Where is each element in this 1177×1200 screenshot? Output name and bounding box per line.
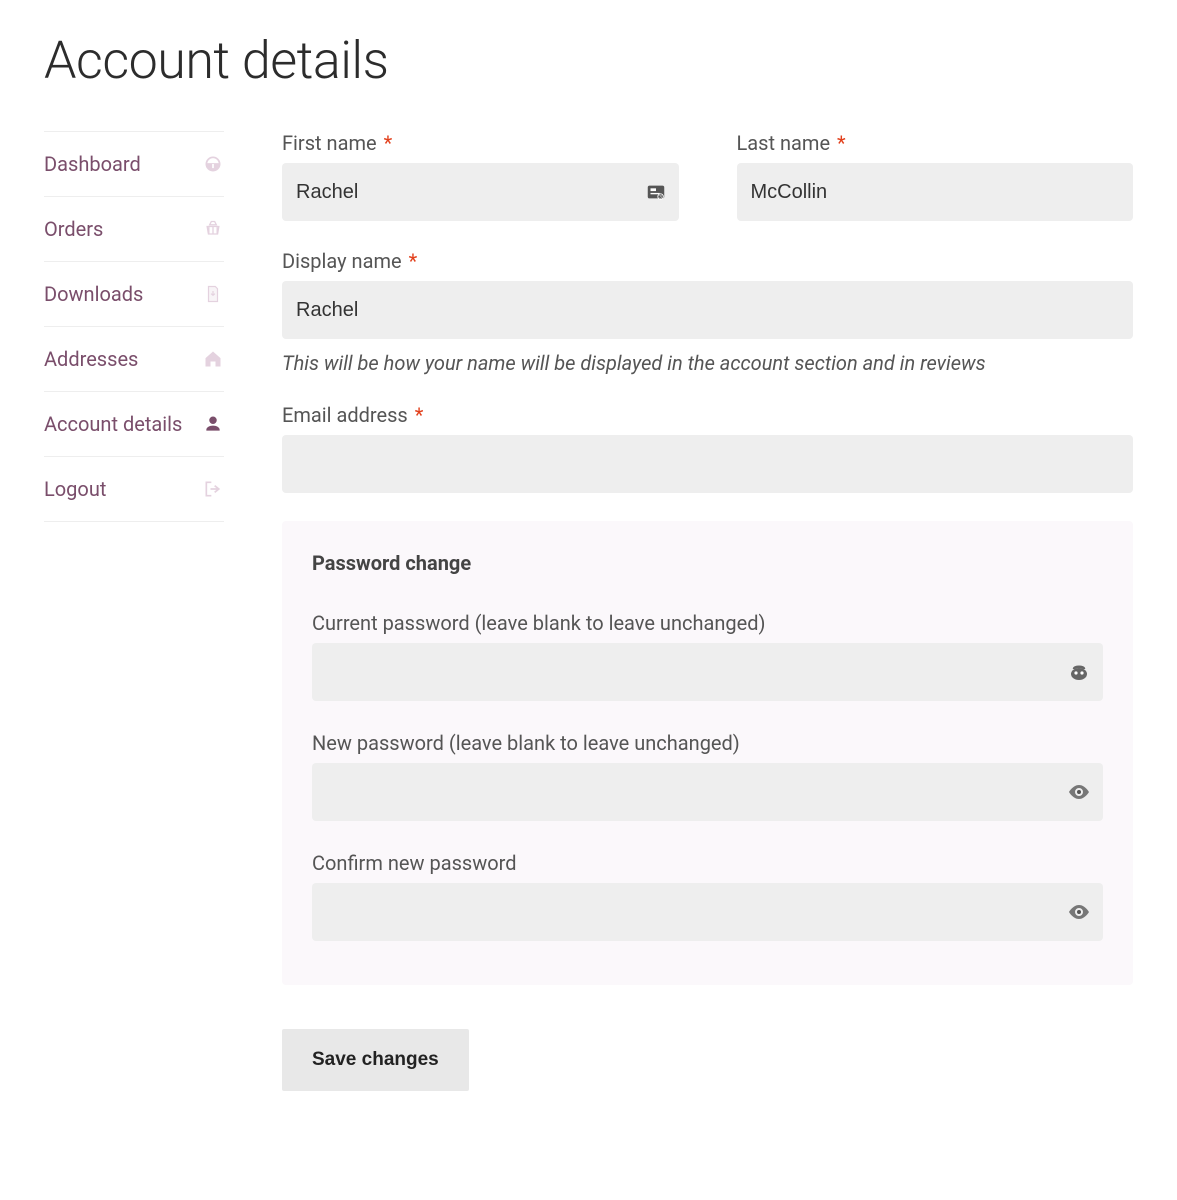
account-nav: Dashboard Orders Downloads Addresses Acc: [44, 131, 224, 1091]
sidebar-item-addresses[interactable]: Addresses: [44, 326, 224, 392]
first-name-input[interactable]: [282, 163, 679, 221]
confirm-password-input[interactable]: [312, 883, 1103, 941]
sidebar-item-label: Downloads: [44, 282, 202, 306]
sidebar-item-dashboard[interactable]: Dashboard: [44, 131, 224, 197]
svg-text:3: 3: [659, 194, 662, 200]
first-name-label: First name *: [282, 131, 679, 155]
sidebar-item-downloads[interactable]: Downloads: [44, 261, 224, 327]
password-panel-legend: Password change: [312, 551, 1103, 575]
email-label: Email address *: [282, 403, 1133, 427]
last-name-label: Last name *: [737, 131, 1134, 155]
confirm-password-label: Confirm new password: [312, 851, 1103, 875]
sidebar-item-label: Orders: [44, 217, 202, 241]
new-password-label: New password (leave blank to leave uncha…: [312, 731, 1103, 755]
required-star: *: [384, 131, 393, 155]
required-star: *: [409, 249, 418, 273]
display-name-label: Display name *: [282, 249, 1133, 273]
sidebar-item-label: Account details: [44, 412, 202, 436]
dashboard-icon: [202, 153, 224, 175]
sidebar-item-account-details[interactable]: Account details: [44, 391, 224, 457]
label-text: Email address: [282, 403, 408, 427]
password-manager-icon[interactable]: [1067, 660, 1091, 684]
display-name-help: This will be how your name will be displ…: [282, 351, 1133, 375]
account-details-form: First name * 3 Last name *: [282, 131, 1133, 1091]
sidebar-item-label: Logout: [44, 477, 202, 501]
display-name-input[interactable]: [282, 281, 1133, 339]
sidebar-item-label: Dashboard: [44, 152, 202, 176]
download-icon: [202, 283, 224, 305]
label-text: First name: [282, 131, 377, 155]
contact-card-icon: 3: [645, 181, 667, 203]
eye-icon[interactable]: [1067, 780, 1091, 804]
email-input[interactable]: [282, 435, 1133, 493]
sidebar-item-logout[interactable]: Logout: [44, 456, 224, 522]
label-text: Display name: [282, 249, 402, 273]
label-text: Last name: [737, 131, 831, 155]
required-star: *: [837, 131, 846, 155]
eye-icon[interactable]: [1067, 900, 1091, 924]
user-icon: [202, 413, 224, 435]
home-icon: [202, 348, 224, 370]
new-password-input[interactable]: [312, 763, 1103, 821]
logout-icon: [202, 478, 224, 500]
page-title: Account details: [44, 30, 1133, 91]
password-change-panel: Password change Current password (leave …: [282, 521, 1133, 985]
basket-icon: [202, 218, 224, 240]
save-changes-button[interactable]: Save changes: [282, 1029, 469, 1091]
last-name-input[interactable]: [737, 163, 1134, 221]
required-star: *: [415, 403, 424, 427]
current-password-label: Current password (leave blank to leave u…: [312, 611, 1103, 635]
current-password-input[interactable]: [312, 643, 1103, 701]
sidebar-item-orders[interactable]: Orders: [44, 196, 224, 262]
sidebar-item-label: Addresses: [44, 347, 202, 371]
